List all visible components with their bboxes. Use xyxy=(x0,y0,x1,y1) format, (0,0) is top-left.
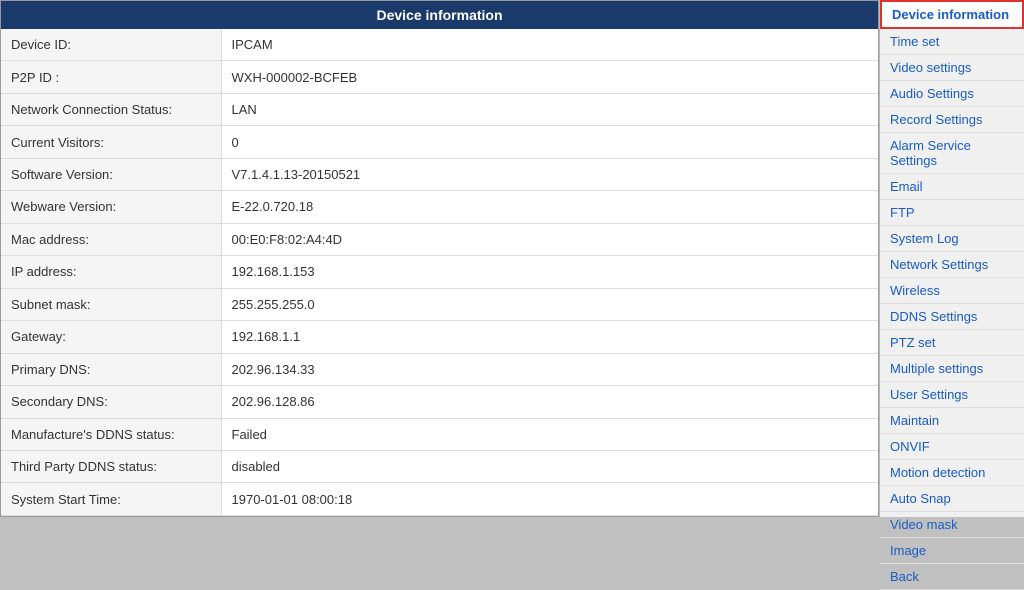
sidebar-item-network-settings[interactable]: Network Settings xyxy=(880,252,1024,278)
sidebar-item-time-set[interactable]: Time set xyxy=(880,29,1024,55)
table-cell-value: 192.168.1.1 xyxy=(221,321,878,353)
table-cell-value: WXH-000002-BCFEB xyxy=(221,61,878,93)
table-cell-value: V7.1.4.1.13-20150521 xyxy=(221,158,878,190)
info-table: Device ID:IPCAMP2P ID :WXH-000002-BCFEBN… xyxy=(1,29,878,516)
table-cell-label: Manufacture's DDNS status: xyxy=(1,418,221,450)
sidebar-item-system-log[interactable]: System Log xyxy=(880,226,1024,252)
table-cell-label: Primary DNS: xyxy=(1,353,221,385)
sidebar-item-wireless[interactable]: Wireless xyxy=(880,278,1024,304)
table-cell-value: IPCAM xyxy=(221,29,878,61)
main-content: Device information Device ID:IPCAMP2P ID… xyxy=(0,0,879,517)
table-cell-value: 192.168.1.153 xyxy=(221,256,878,288)
table-row: Secondary DNS:202.96.128.86 xyxy=(1,386,878,418)
sidebar-item-video-settings[interactable]: Video settings xyxy=(880,55,1024,81)
sidebar-item-auto-snap[interactable]: Auto Snap xyxy=(880,486,1024,512)
table-row: Network Connection Status:LAN xyxy=(1,93,878,125)
table-row: Mac address:00:E0:F8:02:A4:4D xyxy=(1,223,878,255)
table-row: IP address:192.168.1.153 xyxy=(1,256,878,288)
table-row: Webware Version:E-22.0.720.18 xyxy=(1,191,878,223)
table-row: Primary DNS:202.96.134.33 xyxy=(1,353,878,385)
table-cell-value: 00:E0:F8:02:A4:4D xyxy=(221,223,878,255)
table-cell-label: Network Connection Status: xyxy=(1,93,221,125)
sidebar-item-maintain[interactable]: Maintain xyxy=(880,408,1024,434)
sidebar-item-motion-detection[interactable]: Motion detection xyxy=(880,460,1024,486)
sidebar-item-audio-settings[interactable]: Audio Settings xyxy=(880,81,1024,107)
table-cell-label: Third Party DDNS status: xyxy=(1,450,221,482)
table-cell-value: E-22.0.720.18 xyxy=(221,191,878,223)
table-cell-value: 0 xyxy=(221,126,878,158)
sidebar-item-onvif[interactable]: ONVIF xyxy=(880,434,1024,460)
sidebar-item-email[interactable]: Email xyxy=(880,174,1024,200)
table-row: Manufacture's DDNS status:Failed xyxy=(1,418,878,450)
table-row: Gateway:192.168.1.1 xyxy=(1,321,878,353)
table-row: Device ID:IPCAM xyxy=(1,29,878,61)
sidebar-item-device-information[interactable]: Device information xyxy=(880,0,1024,29)
sidebar-item-image[interactable]: Image xyxy=(880,538,1024,564)
table-cell-label: Current Visitors: xyxy=(1,126,221,158)
table-cell-label: Software Version: xyxy=(1,158,221,190)
table-row: System Start Time:1970-01-01 08:00:18 xyxy=(1,483,878,516)
sidebar: Device informationTime setVideo settings… xyxy=(879,0,1024,517)
table-cell-value: 202.96.134.33 xyxy=(221,353,878,385)
sidebar-item-alarm-service-settings[interactable]: Alarm Service Settings xyxy=(880,133,1024,174)
table-cell-label: Subnet mask: xyxy=(1,288,221,320)
table-cell-label: Secondary DNS: xyxy=(1,386,221,418)
table-cell-value: 202.96.128.86 xyxy=(221,386,878,418)
table-row: Third Party DDNS status:disabled xyxy=(1,450,878,482)
table-cell-value: 1970-01-01 08:00:18 xyxy=(221,483,878,516)
sidebar-item-multiple-settings[interactable]: Multiple settings xyxy=(880,356,1024,382)
table-row: Software Version:V7.1.4.1.13-20150521 xyxy=(1,158,878,190)
table-cell-label: Device ID: xyxy=(1,29,221,61)
sidebar-item-video-mask[interactable]: Video mask xyxy=(880,512,1024,538)
sidebar-item-back[interactable]: Back xyxy=(880,564,1024,590)
table-row: Subnet mask:255.255.255.0 xyxy=(1,288,878,320)
sidebar-item-ddns-settings[interactable]: DDNS Settings xyxy=(880,304,1024,330)
table-cell-label: Gateway: xyxy=(1,321,221,353)
sidebar-item-ptz-set[interactable]: PTZ set xyxy=(880,330,1024,356)
sidebar-item-user-settings[interactable]: User Settings xyxy=(880,382,1024,408)
table-row: P2P ID :WXH-000002-BCFEB xyxy=(1,61,878,93)
sidebar-item-record-settings[interactable]: Record Settings xyxy=(880,107,1024,133)
page-title: Device information xyxy=(1,1,878,29)
table-cell-label: System Start Time: xyxy=(1,483,221,516)
table-cell-label: IP address: xyxy=(1,256,221,288)
table-row: Current Visitors:0 xyxy=(1,126,878,158)
table-cell-label: Mac address: xyxy=(1,223,221,255)
table-cell-value: disabled xyxy=(221,450,878,482)
table-cell-value: Failed xyxy=(221,418,878,450)
table-cell-value: LAN xyxy=(221,93,878,125)
sidebar-item-ftp[interactable]: FTP xyxy=(880,200,1024,226)
table-cell-label: Webware Version: xyxy=(1,191,221,223)
table-cell-value: 255.255.255.0 xyxy=(221,288,878,320)
table-cell-label: P2P ID : xyxy=(1,61,221,93)
